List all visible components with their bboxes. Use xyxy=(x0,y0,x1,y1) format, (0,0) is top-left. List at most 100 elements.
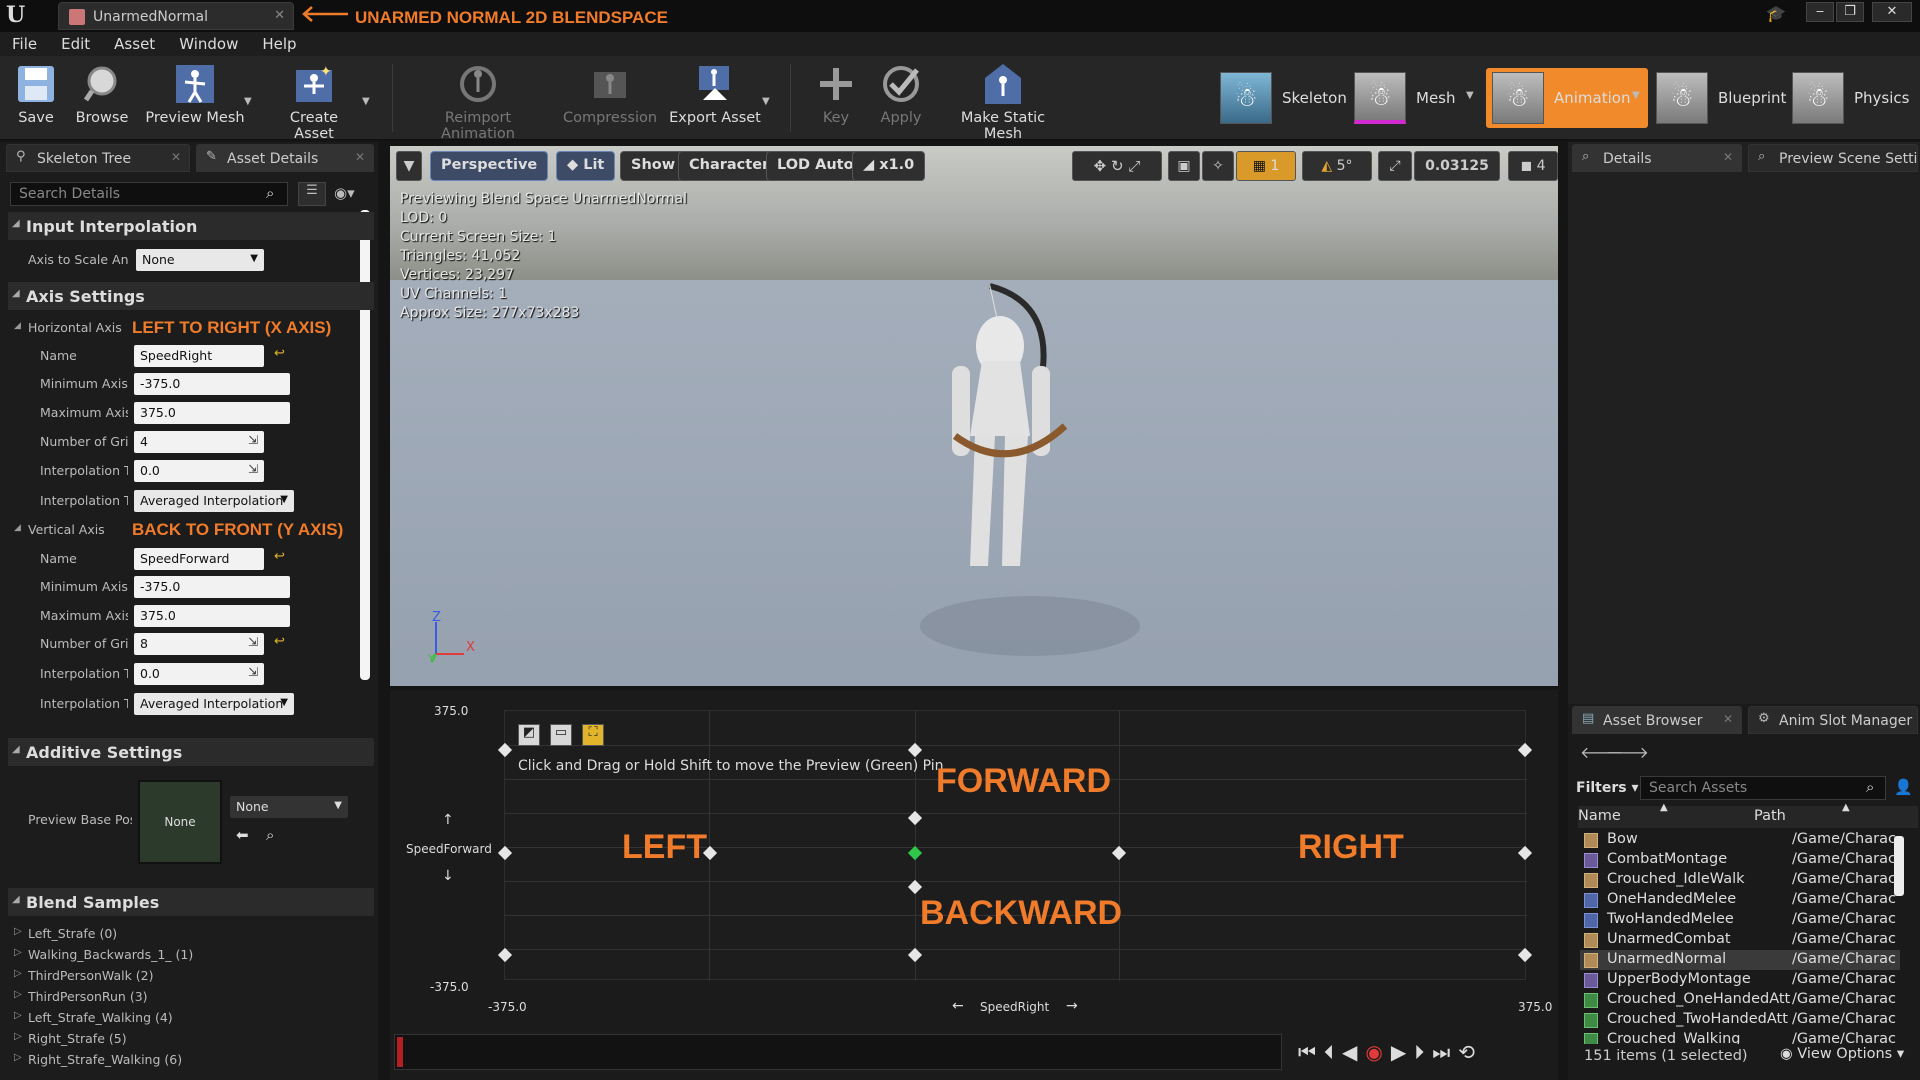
show-names-toggle-icon[interactable]: ▭ xyxy=(550,724,572,746)
skip-to-start-icon[interactable]: ⏮ xyxy=(1298,1040,1324,1064)
blend-sample-item[interactable]: ThirdPersonWalk (2) xyxy=(14,968,154,983)
menu-file[interactable]: File xyxy=(0,32,49,53)
mode-physics-button[interactable]: ☃ Physics xyxy=(1792,68,1909,128)
asset-row[interactable]: Bow/Game/Charac xyxy=(1580,830,1900,850)
mode-mesh-button[interactable]: ☃ Mesh xyxy=(1354,68,1456,128)
tab-asset-browser[interactable]: ▤ Asset Browser ✕ xyxy=(1572,706,1742,734)
playback-controls[interactable]: ⏮⏴◀◉▶⏵⏭⟲ xyxy=(1298,1040,1483,1064)
menu-edit[interactable]: Edit xyxy=(49,32,102,53)
search-assets-input[interactable]: Search Assets xyxy=(1640,776,1886,800)
horizontal-axis-group[interactable]: Horizontal Axis xyxy=(14,320,122,335)
browse-asset-search-icon[interactable]: ⌕ xyxy=(266,826,274,844)
asset-row[interactable]: Crouched_Walking/Game/Charac xyxy=(1580,1030,1900,1044)
view-list-icon[interactable]: ☰ xyxy=(298,182,326,206)
apply-button[interactable]: Apply xyxy=(876,62,926,126)
create-asset-dropdown-icon[interactable]: ▼ xyxy=(362,96,370,107)
create-asset-button[interactable]: ✦ Create Asset xyxy=(268,62,360,142)
filters-button[interactable]: Filters ▾ xyxy=(1576,780,1639,796)
use-selected-arrow-icon[interactable]: ⬅ xyxy=(236,826,249,844)
rotation-snap-toggle[interactable]: ◭ 5° xyxy=(1302,151,1372,181)
close-tab-icon[interactable]: ✕ xyxy=(355,150,365,164)
asset-row[interactable]: UnarmedNormal/Game/Charac xyxy=(1580,950,1900,970)
v-interp-type-select[interactable]: Averaged Interpolation xyxy=(134,693,294,715)
document-tab[interactable]: UnarmedNormal ✕ xyxy=(58,2,294,30)
user-icon[interactable]: 👤 xyxy=(1894,778,1913,796)
blend-sample-item[interactable]: ThirdPersonRun (3) xyxy=(14,989,148,1004)
asset-row[interactable]: TwoHandedMelee/Game/Charac xyxy=(1580,910,1900,930)
v-interp-time-field[interactable]: 0.0 xyxy=(134,663,264,685)
menu-asset[interactable]: Asset xyxy=(102,32,167,53)
export-asset-dropdown-icon[interactable]: ▼ xyxy=(762,96,770,107)
timeline-playhead[interactable] xyxy=(397,1037,403,1067)
animation-dropdown-icon[interactable]: ▼ xyxy=(1632,90,1640,101)
v-min-field[interactable]: -375.0 xyxy=(134,576,290,598)
column-path-header[interactable]: Path xyxy=(1754,808,1786,824)
show-button[interactable]: Show xyxy=(620,151,687,181)
menu-help[interactable]: Help xyxy=(250,32,308,53)
h-name-field[interactable]: SpeedRight xyxy=(134,345,264,367)
mode-skeleton-button[interactable]: ☃ Skeleton xyxy=(1220,68,1347,128)
preview-base-pose-select[interactable]: None xyxy=(230,796,348,818)
close-tab-icon[interactable]: ✕ xyxy=(1723,150,1733,164)
world-local-icon[interactable]: ▣ xyxy=(1168,151,1200,181)
h-interp-type-select[interactable]: Averaged Interpolation xyxy=(134,490,294,512)
close-tab-icon[interactable]: ✕ xyxy=(274,8,285,23)
h-grid-field[interactable]: 4 xyxy=(134,431,264,453)
play-reverse-icon[interactable]: ◀ xyxy=(1342,1040,1365,1064)
v-grid-field[interactable]: 8 xyxy=(134,633,264,655)
lit-button[interactable]: ◆ Lit xyxy=(556,151,616,181)
character-button[interactable]: Character xyxy=(678,151,781,181)
step-back-icon[interactable]: ⏴ xyxy=(1324,1040,1342,1064)
h-min-field[interactable]: -375.0 xyxy=(134,373,290,395)
preview-viewport[interactable]: Previewing Blend Space UnarmedNormal LOD… xyxy=(390,146,1558,686)
mode-blueprint-button[interactable]: ☃ Blueprint xyxy=(1656,68,1786,128)
vertical-axis-group[interactable]: Vertical Axis xyxy=(14,522,105,537)
transform-tools[interactable]: ✥ ↻ ⤢ xyxy=(1072,151,1162,181)
category-additive-settings[interactable]: Additive Settings xyxy=(8,738,374,766)
blend-sample-item[interactable]: Right_Strafe_Walking (6) xyxy=(14,1052,182,1067)
close-window-button[interactable]: ✕ xyxy=(1872,2,1912,22)
mode-animation-button[interactable]: ☃ Animation xyxy=(1486,68,1649,128)
axis-to-scale-select[interactable]: None xyxy=(136,249,264,271)
details-scrollbar[interactable] xyxy=(360,210,370,680)
camera-speed-button[interactable]: ◼ 4 xyxy=(1508,151,1558,181)
blend-sample-item[interactable]: Left_Strafe_Walking (4) xyxy=(14,1010,173,1025)
browse-button[interactable]: Browse xyxy=(72,62,132,126)
blend-sample-item[interactable]: Walking_Backwards_1_ (1) xyxy=(14,947,193,962)
asset-row[interactable]: Crouched_TwoHandedAtt/Game/Charac xyxy=(1580,1010,1900,1030)
h-interp-time-field[interactable]: 0.0 xyxy=(134,460,264,482)
make-static-mesh-button[interactable]: Make Static Mesh xyxy=(940,62,1066,142)
surface-snap-icon[interactable]: ✧ xyxy=(1202,151,1234,181)
tab-skeleton-tree[interactable]: ⚲ Skeleton Tree ✕ xyxy=(6,144,190,172)
timeline-scrubber[interactable] xyxy=(394,1034,1282,1070)
blend-sample-item[interactable]: Right_Strafe (5) xyxy=(14,1031,127,1046)
tab-asset-details[interactable]: ✎ Asset Details ✕ xyxy=(196,144,374,172)
reimport-animation-button[interactable]: Reimport Animation xyxy=(408,62,548,142)
save-button[interactable]: Save xyxy=(12,62,60,126)
forward-arrow-icon[interactable]: 🡒 xyxy=(1606,742,1649,762)
asset-row[interactable]: Crouched_IdleWalk/Game/Charac xyxy=(1580,870,1900,890)
close-tab-icon[interactable]: ✕ xyxy=(171,150,181,164)
playback-speed-button[interactable]: ◢ x1.0 xyxy=(852,151,926,181)
maximize-button[interactable]: ❐ xyxy=(1836,2,1864,22)
fit-view-toggle-icon[interactable]: ⛶ xyxy=(582,724,604,746)
visibility-eye-icon[interactable]: ◉▾ xyxy=(334,184,355,202)
preview-base-pose-thumbnail[interactable]: None xyxy=(138,780,222,864)
lod-button[interactable]: LOD Auto xyxy=(766,151,865,181)
skip-to-end-icon[interactable]: ⏭ xyxy=(1432,1040,1458,1064)
preview-mesh-dropdown-icon[interactable]: ▼ xyxy=(244,96,252,107)
step-forward-icon[interactable]: ⏵ xyxy=(1414,1040,1432,1064)
tab-anim-slot-manager[interactable]: ⚙ Anim Slot Manager xyxy=(1748,706,1918,734)
loop-icon[interactable]: ⟲ xyxy=(1458,1040,1483,1064)
h-max-field[interactable]: 375.0 xyxy=(134,402,290,424)
asset-row[interactable]: UpperBodyMontage/Game/Charac xyxy=(1580,970,1900,990)
category-blend-samples[interactable]: Blend Samples xyxy=(8,888,374,916)
view-options-button[interactable]: ◉ View Options ▾ xyxy=(1780,1046,1904,1062)
export-asset-button[interactable]: Export Asset xyxy=(668,62,762,126)
learn-icon[interactable]: 🎓 xyxy=(1766,4,1788,26)
reset-default-icon[interactable]: ↩ xyxy=(274,346,285,361)
scale-snap-value[interactable]: 0.03125 xyxy=(1414,151,1500,181)
grid-snap-toggle[interactable]: ▦ 1 xyxy=(1236,151,1296,181)
tab-preview-scene-settings[interactable]: ⌕ Preview Scene Settings xyxy=(1748,144,1918,172)
mesh-dropdown-icon[interactable]: ▼ xyxy=(1466,90,1474,101)
